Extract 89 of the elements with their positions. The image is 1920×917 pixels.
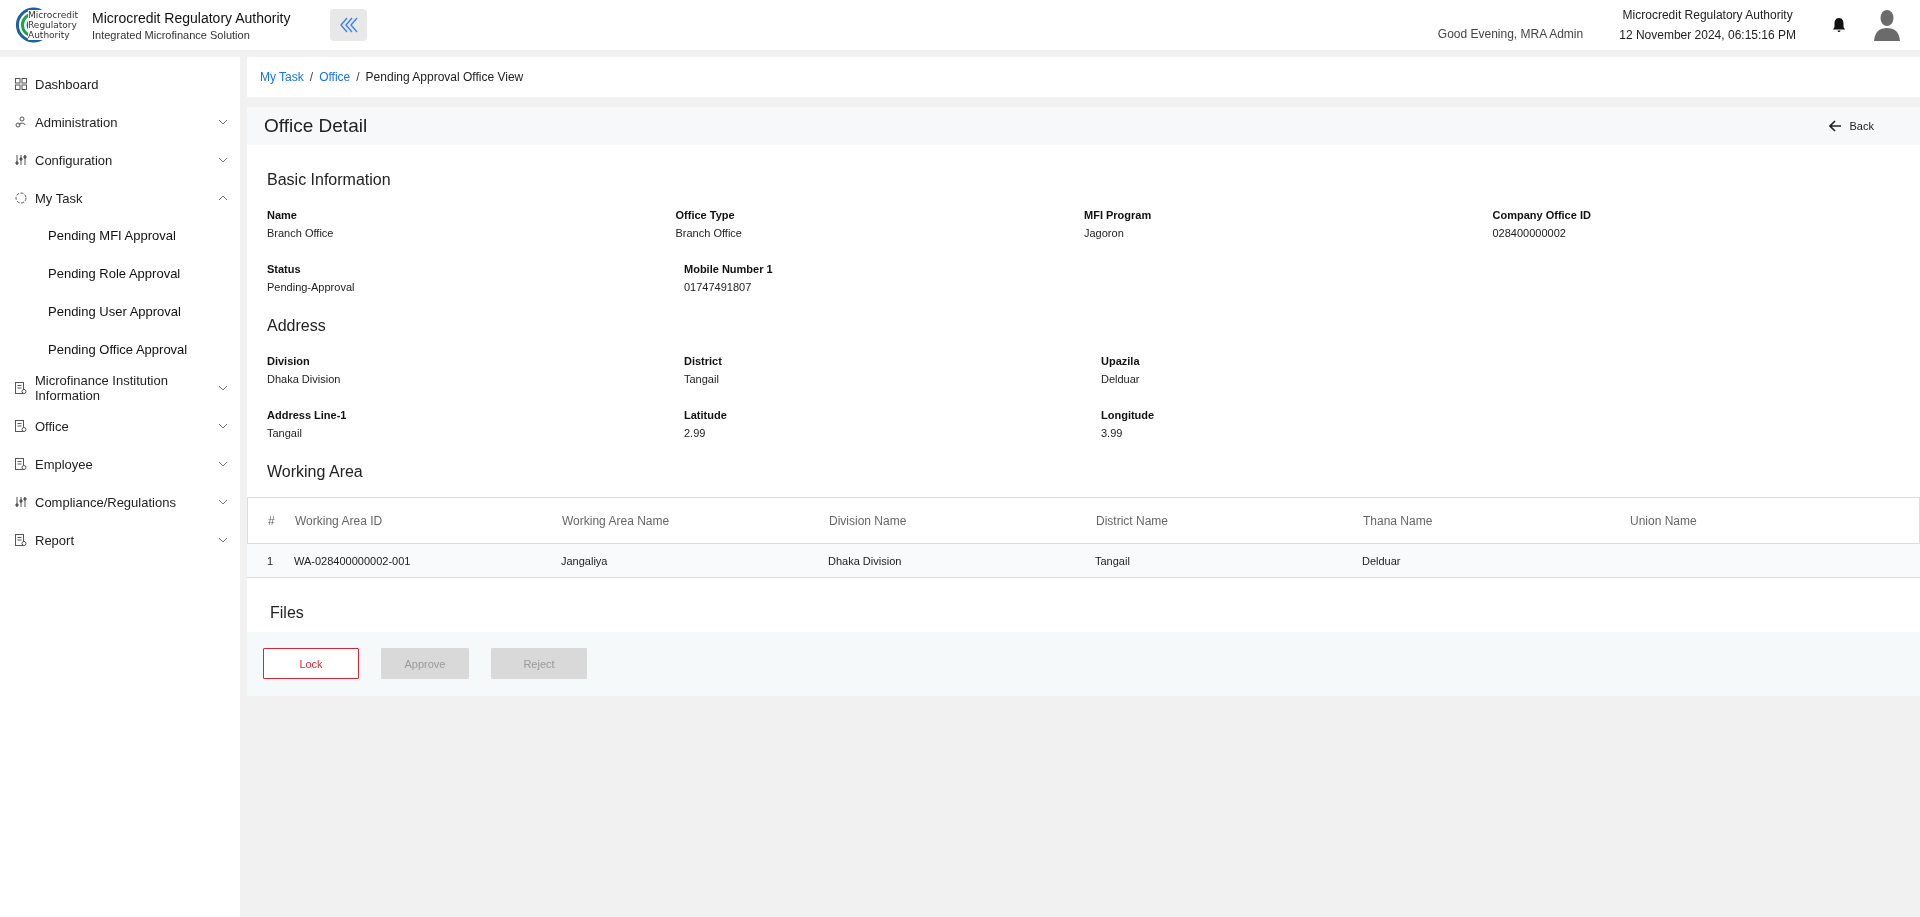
field-label: District	[684, 355, 723, 367]
chevron-icon	[218, 499, 228, 505]
user-avatar-icon[interactable]	[1874, 9, 1900, 41]
greeting-text: Good Evening, MRA Admin	[1437, 27, 1584, 41]
field-value: 2.99	[684, 427, 707, 439]
field-label: Mobile Number 1	[684, 263, 774, 275]
column-header: #	[268, 513, 276, 528]
table-cell-text: 1	[267, 554, 275, 567]
field-value: Dhaka Division	[267, 373, 342, 385]
app-title: Microcredit Regulatory Authority	[92, 9, 291, 26]
chevron-icon	[218, 195, 228, 201]
sliders-icon	[15, 154, 27, 166]
section-title: Address	[267, 317, 327, 335]
circle-icon	[15, 192, 27, 204]
people-icon	[15, 116, 27, 128]
sliders-icon	[15, 496, 27, 508]
field-label: Address Line-1	[267, 409, 348, 421]
field-value: Pending-Approval	[267, 281, 356, 293]
sidebar-item[interactable]: Microfinance Institution Information	[0, 369, 240, 407]
action-button[interactable]: Lock	[263, 648, 359, 679]
table-cell-text: Jangaliya	[561, 554, 609, 567]
column-header: Thana Name	[1363, 513, 1434, 528]
chevron-icon	[218, 461, 228, 467]
double-chevron-left-icon	[337, 16, 360, 34]
sidebar-subitem[interactable]: Pending User Approval	[0, 293, 240, 331]
table-cell-text: Delduar	[1362, 554, 1402, 567]
sidebar-item[interactable]: Administration	[0, 103, 240, 141]
field-value: Tangail	[684, 373, 720, 385]
sidebar-item[interactable]: Office	[0, 407, 240, 445]
field-value: Tangail	[267, 427, 303, 439]
breadcrumb-separator: /	[356, 70, 360, 84]
field-value: Branch Office	[267, 227, 335, 239]
notification-bell-icon[interactable]	[1832, 17, 1846, 33]
column-header: Division Name	[829, 513, 908, 528]
table-cell-text: Tangail	[1095, 554, 1131, 567]
breadcrumb-separator: /	[309, 70, 314, 84]
field-label: Name	[267, 209, 298, 221]
field-label: Longitude	[1101, 409, 1156, 421]
field-value: Jagoron	[1084, 227, 1125, 239]
table-cell-text: Dhaka Division	[828, 554, 903, 567]
document-icon	[15, 420, 27, 432]
chevron-icon	[218, 423, 228, 429]
organization-name: Microcredit Regulatory Authority	[1621, 7, 1794, 24]
sidebar-item[interactable]: Dashboard	[0, 65, 240, 103]
section-title: Working Area	[267, 463, 364, 481]
chevron-icon	[218, 119, 228, 125]
chevron-icon	[218, 385, 228, 391]
grid-icon	[15, 78, 27, 90]
page-title: Office Detail	[264, 115, 368, 137]
chevron-icon	[218, 157, 228, 163]
field-label: Upazila	[1101, 355, 1141, 367]
document-icon	[15, 458, 27, 470]
collapse-sidebar-button[interactable]	[330, 9, 368, 41]
field-value: 01747491807	[684, 281, 753, 293]
document-icon	[15, 534, 27, 546]
date-time: 12 November 2024, 06:15:16 PM	[1619, 27, 1796, 44]
field-label: MFI Program	[1084, 209, 1153, 221]
breadcrumb-current: Pending Approval Office View	[365, 70, 524, 84]
back-button[interactable]: Back	[1822, 119, 1880, 133]
sidebar-item[interactable]: Report	[0, 521, 240, 559]
sidebar-item[interactable]: Employee	[0, 445, 240, 483]
section-title: Files	[269, 603, 305, 623]
sidebar-item[interactable]: Configuration	[0, 141, 240, 179]
field-value: Branch Office	[675, 227, 743, 239]
column-header: District Name	[1096, 513, 1169, 528]
column-header: Working Area Name	[562, 513, 671, 528]
breadcrumb-link[interactable]: Office	[319, 70, 351, 84]
section-title: Basic Information	[267, 171, 392, 189]
field-value: 3.99	[1101, 427, 1124, 439]
field-label: Latitude	[684, 409, 728, 421]
field-label: Office Type	[675, 209, 736, 221]
document-icon	[15, 382, 27, 394]
sidebar-item[interactable]: My Task	[0, 179, 240, 217]
column-header: Working Area ID	[295, 513, 384, 528]
field-label: Company Office ID	[1492, 209, 1592, 221]
column-header: Union Name	[1630, 513, 1698, 528]
arrow-left-icon	[1828, 120, 1842, 132]
field-value: Delduar	[1101, 373, 1141, 385]
sidebar-item[interactable]: Compliance/Regulations	[0, 483, 240, 521]
field-value: 028400000002	[1492, 227, 1567, 239]
sidebar-subitem[interactable]: Pending MFI Approval	[0, 217, 240, 255]
app-subtitle: Integrated Microfinance Solution	[92, 28, 251, 41]
field-label: Status	[267, 263, 302, 275]
field-label: Division	[267, 355, 311, 367]
sidebar-subitem[interactable]: Pending Role Approval	[0, 255, 240, 293]
sidebar-subitem[interactable]: Pending Office Approval	[0, 331, 240, 369]
table-cell-text: WA-028400000002-001	[294, 554, 412, 567]
chevron-icon	[218, 537, 228, 543]
breadcrumb-link[interactable]: My Task	[260, 70, 304, 84]
